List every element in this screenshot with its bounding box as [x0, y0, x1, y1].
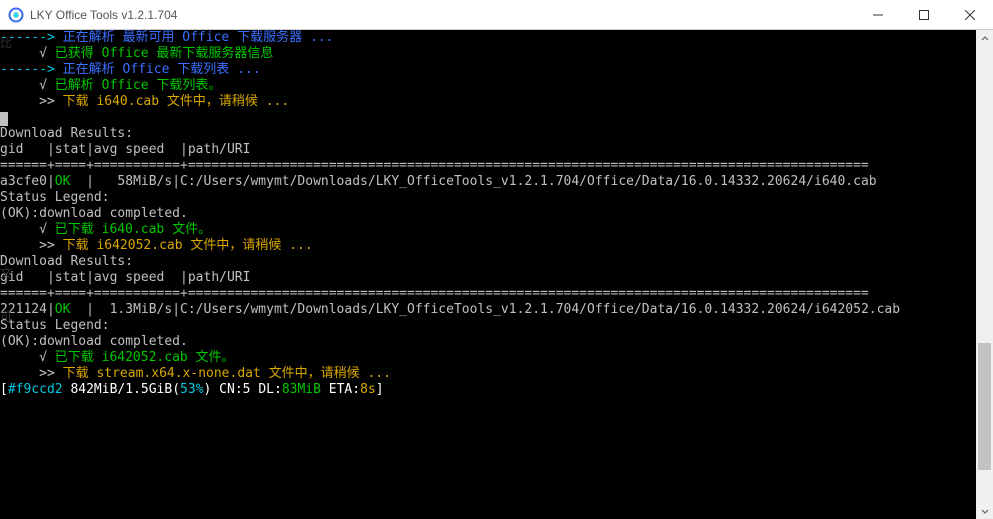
console-span: >> [0, 94, 63, 109]
console-span: 已解析 Office 下载列表。 [55, 78, 222, 93]
console-span: >> [0, 366, 63, 381]
console-span: Download Results: [0, 126, 133, 141]
console-span: [ [0, 382, 8, 397]
vertical-scrollbar[interactable] [976, 30, 993, 519]
console-line: >> 下载 i640.cab 文件中，请稍候 ... [0, 94, 976, 110]
console-span: #f9ccd2 [8, 382, 63, 397]
console-line: gid |stat|avg speed |path/URI [0, 142, 976, 158]
console-span: (OK):download completed. [0, 206, 188, 221]
console-span: 8s [360, 382, 376, 397]
console-span: √ [0, 222, 55, 237]
console-line: >> 下载 i642052.cab 文件中，请稍候 ... [0, 238, 976, 254]
console-span: OK [55, 302, 71, 317]
console-span: 221124| [0, 302, 55, 317]
console-span: Download Results: [0, 254, 133, 269]
console-span: Status Legend: [0, 190, 110, 205]
console-span: ETA: [321, 382, 360, 397]
chevron-up-icon [981, 35, 989, 43]
console-span: | 1.3MiB/s|C:/Users/wmymt/Downloads/LKY_… [70, 302, 900, 317]
console-span: 正在解析 Office 下载列表 ... [63, 62, 261, 77]
console-line: ------> 正在解析 最新可用 Office 下载服务器 ... [0, 30, 976, 46]
console-line: √ 已下载 i640.cab 文件。 [0, 222, 976, 238]
console-span: 下载 stream.x64.x-none.dat 文件中，请稍候 ... [63, 366, 391, 381]
console-output[interactable]: ------> 正在解析 最新可用 Office 下载服务器 ... √ 已获得… [0, 30, 976, 519]
console-span: 5 [243, 382, 251, 397]
console-span: a3cfe0| [0, 174, 55, 189]
text-cursor [0, 112, 8, 126]
console-span: (OK):download completed. [0, 334, 188, 349]
console-line: gid |stat|avg speed |path/URI [0, 270, 976, 286]
console-line: [#f9ccd2 842MiB/1.5GiB(53%) CN:5 DL:83Mi… [0, 382, 976, 398]
console-span: ] [376, 382, 384, 397]
console-line: √ 已下载 i642052.cab 文件。 [0, 350, 976, 366]
console-span: OK [55, 174, 71, 189]
console-line: ------> 正在解析 Office 下载列表 ... [0, 62, 976, 78]
close-button[interactable] [947, 0, 993, 30]
console-line: Status Legend: [0, 318, 976, 334]
console-span: Status Legend: [0, 318, 110, 333]
app-icon [8, 7, 24, 23]
console-span: √ [0, 350, 55, 365]
console-wrap: ------> 正在解析 最新可用 Office 下载服务器 ... √ 已获得… [0, 30, 993, 519]
console-span: 已下载 i642052.cab 文件。 [55, 350, 235, 365]
console-span: 83MiB [282, 382, 321, 397]
console-line: Download Results: [0, 126, 976, 142]
minimize-icon [873, 10, 883, 20]
console-span: >> [0, 238, 63, 253]
console-line: Download Results: [0, 254, 976, 270]
console-span: ( [172, 382, 180, 397]
scrollbar-track[interactable] [976, 47, 993, 502]
scrollbar-up-button[interactable] [976, 30, 993, 47]
console-line: √ 已解析 Office 下载列表。 [0, 78, 976, 94]
console-span: 正在解析 最新可用 Office 下载服务器 ... [63, 30, 334, 45]
console-span: √ [0, 78, 55, 93]
console-line: 221124|OK | 1.3MiB/s|C:/Users/wmymt/Down… [0, 302, 976, 318]
console-span: √ [0, 46, 55, 61]
close-icon [965, 10, 975, 20]
console-span: | 58MiB/s|C:/Users/wmymt/Downloads/LKY_O… [70, 174, 876, 189]
console-line [0, 110, 976, 126]
console-span: 842MiB [63, 382, 118, 397]
console-line: ======+====+===========+================… [0, 158, 976, 174]
console-span: 53% [180, 382, 203, 397]
console-span: ======+====+===========+================… [0, 158, 869, 173]
console-line: Status Legend: [0, 190, 976, 206]
console-line: >> 下载 stream.x64.x-none.dat 文件中，请稍候 ... [0, 366, 976, 382]
console-line: √ 已获得 Office 最新下载服务器信息 [0, 46, 976, 62]
console-span: 1.5GiB [125, 382, 172, 397]
console-span: 已下载 i640.cab 文件。 [55, 222, 211, 237]
console-span: ======+====+===========+================… [0, 286, 869, 301]
scrollbar-down-button[interactable] [976, 502, 993, 519]
console-span: 下载 i642052.cab 文件中，请稍候 ... [63, 238, 313, 253]
maximize-icon [919, 10, 929, 20]
console-span: DL: [251, 382, 282, 397]
console-span: gid |stat|avg speed |path/URI [0, 142, 250, 157]
window-titlebar: LKY Office Tools v1.2.1.704 [0, 0, 993, 30]
console-line: (OK):download completed. [0, 206, 976, 222]
console-span: 已获得 Office 最新下载服务器信息 [55, 46, 274, 61]
console-span: ------> [0, 30, 63, 45]
console-line: a3cfe0|OK | 58MiB/s|C:/Users/wmymt/Downl… [0, 174, 976, 190]
chevron-down-icon [981, 507, 989, 515]
scrollbar-thumb[interactable] [978, 343, 991, 470]
minimize-button[interactable] [855, 0, 901, 30]
console-line: (OK):download completed. [0, 334, 976, 350]
window-title: LKY Office Tools v1.2.1.704 [30, 8, 177, 22]
console-span: ) CN: [204, 382, 243, 397]
maximize-button[interactable] [901, 0, 947, 30]
console-span: gid |stat|avg speed |path/URI [0, 270, 250, 285]
console-line: ======+====+===========+================… [0, 286, 976, 302]
console-span: ------> [0, 62, 63, 77]
console-span: 下载 i640.cab 文件中，请稍候 ... [63, 94, 290, 109]
